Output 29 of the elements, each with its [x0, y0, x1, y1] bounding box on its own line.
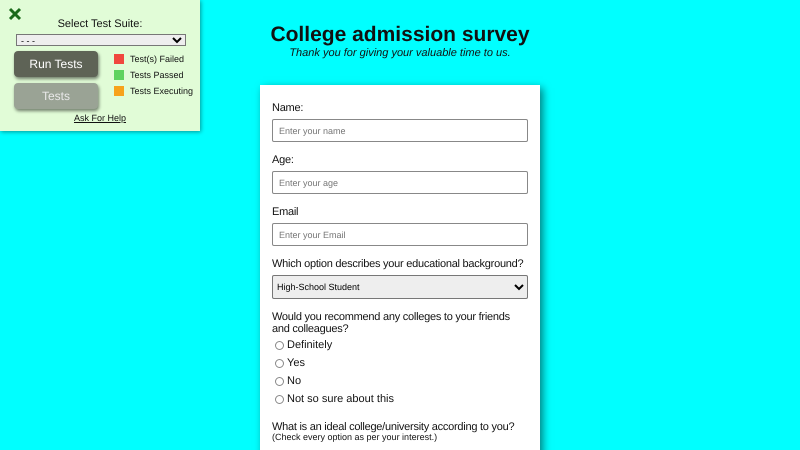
suite-select[interactable]: - - - [16, 34, 186, 46]
test-button[interactable]: Run Tests [14, 51, 98, 77]
page-title: College admission survey [270, 23, 530, 47]
legend-label: Test(s) Failed [130, 54, 184, 64]
field-label: Name: [272, 102, 304, 114]
input-field[interactable]: Enter your age [272, 171, 528, 194]
field-label: Which option describes your educational background? [272, 258, 524, 270]
legend-label: Tests Passed [130, 70, 184, 80]
close-icon[interactable] [8, 7, 22, 21]
option-label: No [287, 375, 302, 387]
question-label: What is an ideal college/university according to you? [272, 421, 516, 433]
panel-title: Select Test Suite: [56, 18, 144, 30]
radio-button[interactable] [275, 358, 284, 368]
option-label: Not so sure about this [287, 393, 394, 405]
background-select[interactable]: High-School Student [272, 275, 528, 299]
input-field[interactable]: Enter your name [272, 119, 528, 142]
radio-button[interactable] [275, 376, 284, 386]
subtitle: Thank you for giving your valuable time to us. [289, 47, 511, 59]
hint-text: (Check every option as per your interest.) [272, 432, 438, 442]
option-label: Yes [287, 357, 305, 369]
input-field[interactable]: Enter your Email [272, 223, 528, 246]
field-label: Email [272, 206, 300, 218]
question-label: Would you recommend any colleges to your friends and colleagues? [272, 311, 511, 335]
legend-label: Tests Executing [130, 86, 194, 96]
option-label: Definitely [287, 339, 332, 351]
radio-button[interactable] [275, 340, 284, 350]
help-link[interactable]: Ask For Help [14, 113, 186, 123]
field-label: Age: [272, 154, 295, 166]
radio-button[interactable] [275, 394, 284, 404]
